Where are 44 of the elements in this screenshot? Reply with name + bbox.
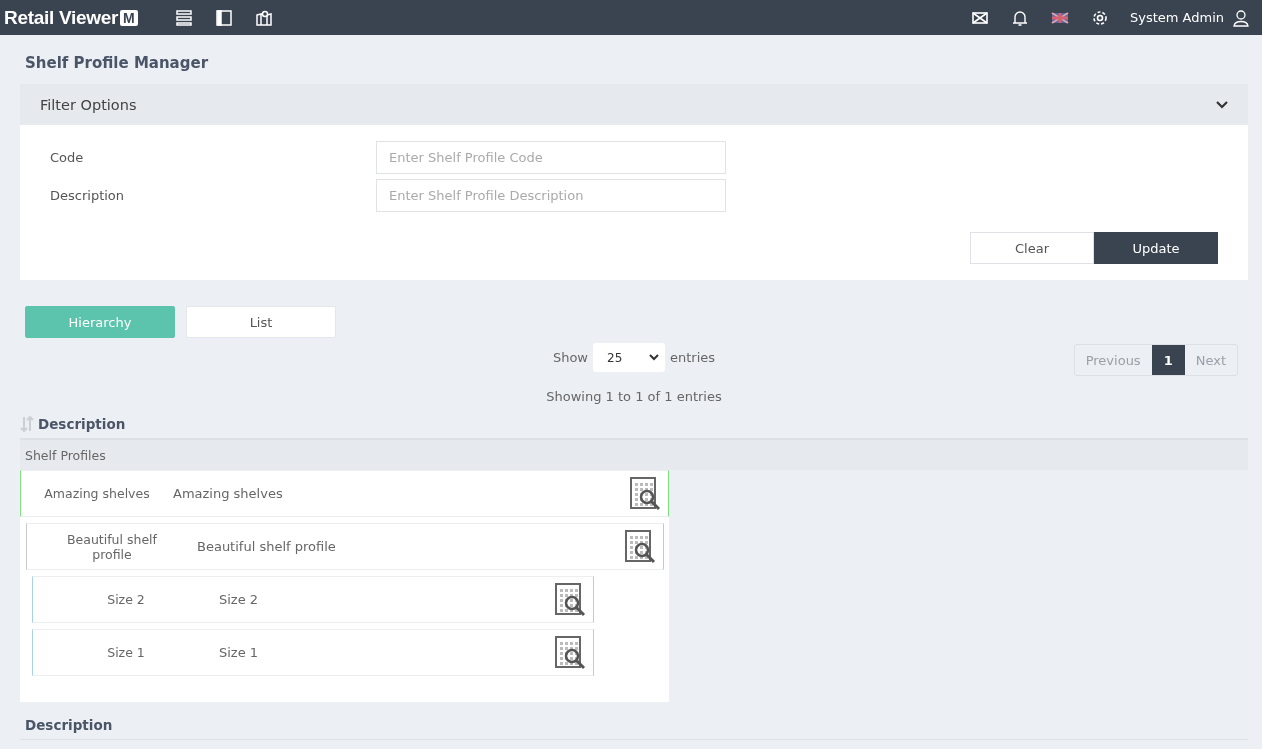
show-label: Show <box>552 350 588 365</box>
tree-row[interactable]: Size 1 Size 1 <box>32 629 594 676</box>
entries-select[interactable]: 25 <box>593 343 665 372</box>
table-cell-text: Beautiful shelf profile <box>197 539 337 554</box>
table-cell-text: Size 2 <box>106 592 146 607</box>
user-icon[interactable] <box>1232 8 1250 27</box>
table-cell-text: Size 2 <box>219 592 260 607</box>
chevron-icon <box>649 354 659 361</box>
chevron-icon[interactable] <box>1216 100 1228 109</box>
input-field[interactable]: Enter Shelf Profile Description <box>376 179 726 212</box>
magnifier-document-icon[interactable] <box>555 635 587 670</box>
magnifier-document-icon[interactable] <box>630 476 662 511</box>
entries-label: entries <box>670 350 716 365</box>
column-header[interactable]: Description <box>38 416 126 432</box>
table-cell-text: Beautiful shelf profile <box>66 531 158 562</box>
bell-icon[interactable] <box>1010 8 1029 27</box>
field-label: Description <box>50 188 126 203</box>
group-row: Shelf Profiles <box>20 440 1248 470</box>
settings-icon[interactable] <box>1090 8 1109 27</box>
table-cell-text: Size 1 <box>106 645 146 660</box>
table-cell-text: Amazing shelves <box>173 486 284 501</box>
filter-title: Filter Options <box>40 96 137 113</box>
filter-panel-header[interactable]: Filter Options <box>20 84 1248 125</box>
tree-row[interactable]: Size 2 Size 2 <box>32 576 594 623</box>
update-button[interactable]: Update <box>1094 232 1218 264</box>
input-field[interactable]: Enter Shelf Profile Code <box>376 141 726 174</box>
table-cell-text: Amazing shelves <box>43 486 151 501</box>
columns-icon[interactable] <box>214 8 233 27</box>
tree-row[interactable]: Amazing shelves Amazing shelves <box>20 470 669 517</box>
user-name[interactable]: System Admin <box>1129 10 1224 25</box>
clear-button[interactable]: Clear <box>970 232 1094 264</box>
logo[interactable]: Retail Viewer M <box>4 6 138 29</box>
list-icon[interactable] <box>174 8 193 27</box>
view-tab[interactable]: List <box>186 306 336 338</box>
table-cell-text: Size 1 <box>219 645 260 660</box>
field-label: Code <box>50 150 85 165</box>
page-title: Shelf Profile Manager <box>24 53 210 74</box>
magnifier-document-icon[interactable] <box>555 582 587 617</box>
column-footer: Description <box>20 710 1248 740</box>
entries-info: Showing 1 to 1 of 1 entries <box>546 389 722 404</box>
map-pin-icon[interactable] <box>254 8 273 27</box>
pagination-button[interactable]: 1 <box>1151 345 1185 375</box>
tree-row[interactable]: Beautiful shelf profile Beautiful shelf profile <box>26 523 664 570</box>
magnifier-document-icon[interactable] <box>625 529 657 564</box>
